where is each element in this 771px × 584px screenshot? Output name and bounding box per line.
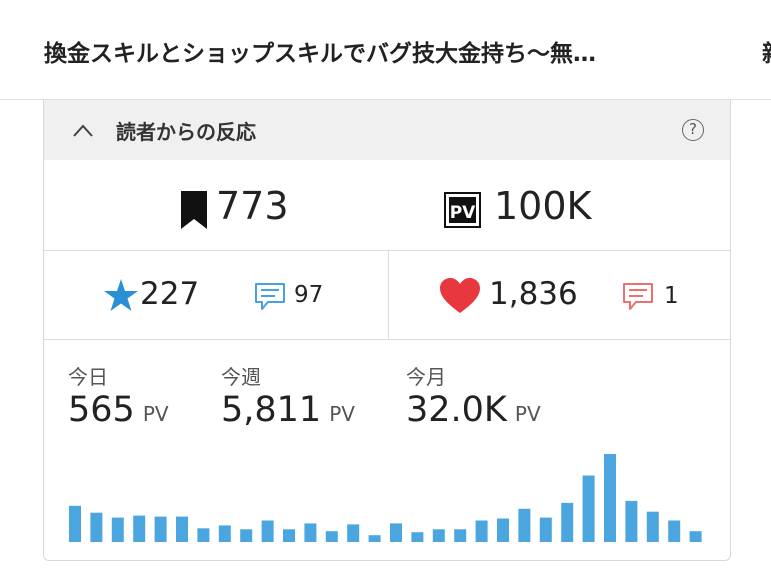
- article-title[interactable]: 換金スキルとショップスキルでバグ技大金持ち〜無…: [44, 34, 724, 68]
- daily-pv-bar: [604, 454, 616, 542]
- comment-icon[interactable]: [254, 282, 286, 312]
- top-bar: 換金スキルとショップスキルでバグ技大金持ち〜無… 新: [0, 0, 771, 100]
- reader-reactions-panel: 読者からの反応 ? 773 PV 100K 227 97 1,836 1 今日 …: [43, 100, 731, 561]
- panel-header[interactable]: 読者からの反応 ?: [44, 100, 730, 160]
- like-count: 1,836: [489, 276, 578, 312]
- daily-pv-bar: [475, 520, 488, 542]
- daily-pv-bar: [539, 517, 552, 542]
- bookmark-pv-row: 773 PV 100K: [44, 160, 730, 251]
- daily-pv-bar: [111, 517, 124, 542]
- daily-pv-bar: [432, 529, 445, 542]
- heart-icon[interactable]: [440, 278, 480, 314]
- daily-pv-bar: [689, 531, 702, 542]
- daily-pv-bar: [218, 525, 231, 542]
- bookmark-count[interactable]: 773: [216, 184, 289, 228]
- daily-pv-bar: [497, 518, 509, 542]
- daily-pv-bar: [390, 523, 402, 542]
- daily-pv-bar: [454, 529, 467, 542]
- svg-text:PV: PV: [450, 203, 476, 223]
- next-article-title[interactable]: 新: [762, 34, 771, 68]
- daily-pv-bar: [304, 523, 317, 542]
- pv-stats: 今日 565 PV 今週 5,811 PV 今月 32.0K PV: [44, 340, 730, 560]
- daily-pv-bar: [325, 531, 338, 542]
- pageview-count: 100K: [494, 184, 592, 228]
- star-comment-count: 97: [294, 282, 324, 308]
- daily-pv-bar: [176, 516, 188, 542]
- pv-icon: PV: [444, 192, 481, 228]
- daily-pv-bar: [347, 524, 360, 542]
- daily-pv-bar: [668, 520, 681, 542]
- daily-pv-bar: [283, 529, 295, 542]
- daily-pv-bar: [69, 505, 81, 542]
- daily-pv-bar: [518, 508, 531, 542]
- like-comment-count: 1: [664, 283, 679, 309]
- daily-pv-bar: [133, 515, 146, 542]
- star-count: 227: [140, 276, 200, 312]
- divider: [388, 251, 389, 340]
- daily-pv-bar: [90, 512, 103, 542]
- comment-icon[interactable]: [622, 282, 654, 312]
- bookmark-icon: [181, 191, 207, 229]
- chevron-up-icon[interactable]: [72, 120, 94, 142]
- star-icon[interactable]: [104, 279, 138, 311]
- daily-pv-bar: [197, 528, 210, 542]
- help-icon[interactable]: ?: [682, 119, 704, 141]
- daily-pv-bar: [154, 516, 167, 542]
- daily-pv-bar: [368, 535, 381, 542]
- daily-pv-bar: [240, 529, 253, 542]
- panel-title: 読者からの反応: [116, 120, 256, 144]
- daily-pv-bar: [411, 532, 424, 542]
- daily-pv-bar: [561, 502, 574, 542]
- reactions-row: 227 97 1,836 1: [44, 251, 730, 340]
- daily-pv-bar: [582, 475, 595, 542]
- daily-pv-bar-chart: [69, 454, 702, 542]
- daily-pv-bar: [261, 520, 274, 542]
- daily-pv-bar: [646, 511, 659, 542]
- daily-pv-bar: [625, 500, 638, 542]
